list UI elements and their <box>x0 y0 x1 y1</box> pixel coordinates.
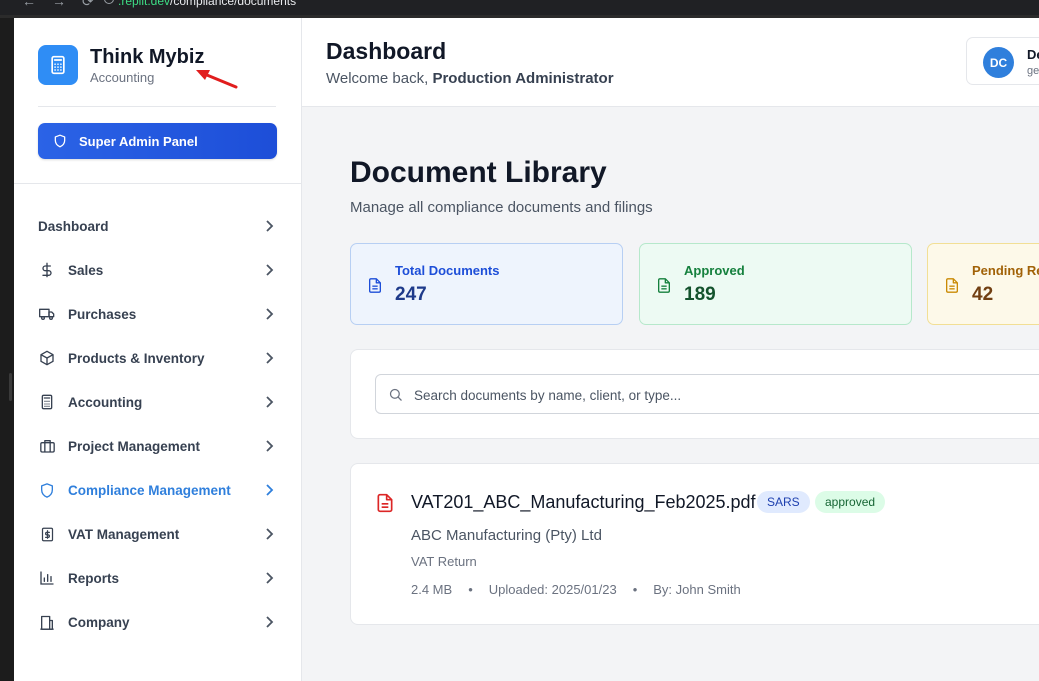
chevron-right-icon <box>266 264 274 276</box>
stat-card-approved: Approved 189 <box>639 243 912 325</box>
sidebar: Think Mybiz Accounting Super Admin Panel… <box>14 18 302 681</box>
chevron-right-icon <box>266 352 274 364</box>
divider <box>14 183 301 184</box>
address-bar[interactable]: .replit.dev/compliance/documents <box>118 0 296 8</box>
box-icon <box>38 349 56 367</box>
welcome-message: Welcome back, Production Administrator <box>326 70 614 87</box>
sidebar-item-label: Compliance Management <box>68 482 231 498</box>
sidebar-item-dashboard[interactable]: Dashboard <box>38 204 276 248</box>
welcome-prefix: Welcome back, <box>326 70 433 87</box>
sidebar-item-sales[interactable]: Sales <box>38 248 276 292</box>
brand-subtitle: Accounting <box>90 70 155 85</box>
search-box[interactable] <box>375 374 1039 414</box>
search-panel <box>350 349 1039 439</box>
browser-nav-icons[interactable]: ←→⟳ <box>22 0 110 10</box>
sidebar-item-label: VAT Management <box>68 526 180 542</box>
sidebar-item-compliance-management[interactable]: Compliance Management <box>38 468 276 512</box>
sidebar-item-label: Purchases <box>68 306 137 322</box>
chevron-right-icon <box>266 484 274 496</box>
file-text-icon <box>946 278 958 293</box>
sidebar-item-label: Accounting <box>68 394 143 410</box>
document-name[interactable]: VAT201_ABC_Manufacturing_Feb2025.pdf <box>411 492 756 513</box>
shield-icon <box>54 134 66 148</box>
document-uploaded: Uploaded: 2025/01/23 <box>488 582 617 597</box>
super-admin-panel-label: Super Admin Panel <box>79 133 198 149</box>
sidebar-item-products-inventory[interactable]: Products & Inventory <box>38 336 276 380</box>
user-email: ge <box>1027 65 1039 77</box>
shield-icon <box>38 481 56 499</box>
status-badge: approved <box>815 491 886 513</box>
document-uploader: By: John Smith <box>653 582 741 597</box>
sidebar-item-purchases[interactable]: Purchases <box>38 292 276 336</box>
resize-handle[interactable] <box>9 373 12 401</box>
top-bar: Dashboard Welcome back, Production Admin… <box>302 18 1039 107</box>
url-path: /compliance/documents <box>170 0 297 8</box>
sidebar-item-label: Company <box>68 614 130 630</box>
stat-value: 247 <box>395 284 427 305</box>
document-card[interactable]: VAT201_ABC_Manufacturing_Feb2025.pdf SAR… <box>350 463 1039 625</box>
sidebar-item-label: Dashboard <box>38 218 109 234</box>
url-host: .replit.dev <box>118 0 171 8</box>
document-client: ABC Manufacturing (Pty) Ltd <box>411 527 602 544</box>
document-library-title: Document Library <box>350 156 607 189</box>
avatar: DC <box>983 47 1014 78</box>
stat-label: Approved <box>684 263 745 278</box>
chevron-right-icon <box>266 308 274 320</box>
search-icon <box>389 388 402 401</box>
file-text-icon <box>369 278 381 293</box>
chevron-right-icon <box>266 220 274 232</box>
sidebar-item-label: Project Management <box>68 438 201 454</box>
page-title: Dashboard <box>326 38 447 64</box>
sidebar-item-label: Products & Inventory <box>68 350 205 366</box>
sidebar-item-reports[interactable]: Reports <box>38 556 276 600</box>
meta-separator: • <box>632 582 638 597</box>
super-admin-panel-button[interactable]: Super Admin Panel <box>38 123 277 159</box>
brand[interactable]: Think Mybiz Accounting <box>38 45 204 85</box>
receipt-icon <box>38 525 56 543</box>
building-icon <box>38 613 56 631</box>
browser-toolbar: ←→⟳ .replit.dev/compliance/documents <box>0 0 1039 15</box>
bar-chart-icon <box>38 569 56 587</box>
search-input[interactable] <box>414 384 1014 406</box>
main-content: Dashboard Welcome back, Production Admin… <box>302 18 1039 681</box>
briefcase-icon <box>38 437 56 455</box>
sidebar-item-vat-management[interactable]: VAT Management <box>38 512 276 556</box>
stat-card-total-documents: Total Documents 247 <box>350 243 623 325</box>
welcome-user-name: Production Administrator <box>432 70 614 87</box>
sidebar-menu: Dashboard Sales Purchases Products & Inv… <box>38 204 276 644</box>
sidebar-item-label: Sales <box>68 262 104 278</box>
sidebar-item-project-management[interactable]: Project Management <box>38 424 276 468</box>
brand-name: Think Mybiz <box>90 46 205 68</box>
sidebar-item-accounting[interactable]: Accounting <box>38 380 276 424</box>
calculator-icon <box>38 393 56 411</box>
chevron-right-icon <box>266 572 274 584</box>
dollar-icon <box>38 261 56 279</box>
file-text-icon <box>658 278 670 293</box>
divider <box>38 106 276 107</box>
stat-label: Total Documents <box>395 263 500 278</box>
document-meta: 2.4 MB • Uploaded: 2025/01/23 • By: John… <box>411 582 741 597</box>
chevron-right-icon <box>266 440 274 452</box>
file-pdf-icon <box>377 493 393 513</box>
authority-badge: SARS <box>757 491 810 513</box>
window-gutter <box>0 18 14 681</box>
document-size: 2.4 MB <box>411 582 453 597</box>
calculator-icon <box>38 45 78 85</box>
meta-separator: • <box>468 582 473 597</box>
stat-label: Pending Re <box>972 263 1039 278</box>
chevron-right-icon <box>266 528 274 540</box>
sidebar-item-company[interactable]: Company <box>38 600 276 644</box>
truck-icon <box>38 305 56 323</box>
stat-value: 189 <box>684 284 716 305</box>
sidebar-item-label: Reports <box>68 570 120 586</box>
user-menu[interactable]: DC De ge <box>966 37 1039 85</box>
document-library-subtitle: Manage all compliance documents and fili… <box>350 199 653 216</box>
stat-value: 42 <box>972 284 994 305</box>
document-type: VAT Return <box>411 554 477 569</box>
chevron-right-icon <box>266 396 274 408</box>
user-name: De <box>1027 47 1039 62</box>
annotation-arrow-icon <box>196 70 238 89</box>
stat-card-pending-review: Pending Re 42 <box>927 243 1039 325</box>
chevron-right-icon <box>266 616 274 628</box>
